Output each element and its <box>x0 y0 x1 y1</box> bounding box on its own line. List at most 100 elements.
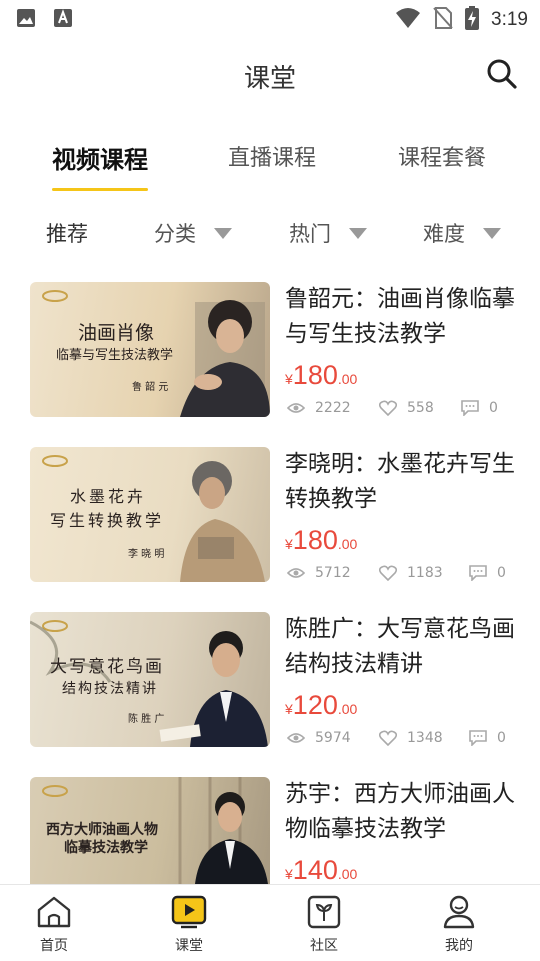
tab-live-courses[interactable]: 直播课程 <box>228 140 316 172</box>
course-tabs: 视频课程 直播课程 课程套餐 <box>0 132 540 196</box>
filter-label: 推荐 <box>46 222 88 246</box>
course-card[interactable]: 大写意花鸟画 结构技法精讲 陈 胜 广 陈胜广：大写意花鸟画结构技法精讲 ¥12… <box>30 612 520 752</box>
search-icon[interactable] <box>486 58 518 90</box>
nav-community[interactable]: 社区 <box>284 895 364 955</box>
play-icon <box>171 895 207 929</box>
comments-stat[interactable]: 0 <box>461 400 498 416</box>
page-title: 课堂 <box>243 64 296 94</box>
views-stat: 2222 <box>287 400 351 416</box>
course-stats: 2222 558 0 <box>285 400 515 420</box>
currency-symbol: ¥ <box>285 866 293 882</box>
wifi-icon <box>395 7 421 33</box>
active-tab-indicator <box>52 188 148 191</box>
status-time: 3:19 <box>491 9 528 30</box>
price-integer: 180 <box>292 525 338 555</box>
tab-video-courses[interactable]: 视频课程 <box>52 140 148 175</box>
course-stats: 5974 1348 0 <box>285 730 515 750</box>
course-title: 鲁韶元：油画肖像临摹与写生技法教学 <box>285 286 515 347</box>
eye-icon <box>287 733 305 743</box>
course-price: ¥140.00 <box>285 855 357 886</box>
price-integer: 120 <box>292 690 338 720</box>
caret-down-icon <box>214 227 232 239</box>
battery-charging-icon <box>465 6 480 34</box>
filter-difficulty[interactable]: 难度 <box>423 218 501 248</box>
comments-count: 0 <box>489 400 498 416</box>
comment-icon <box>469 565 487 581</box>
heart-icon <box>379 400 397 416</box>
course-card[interactable]: 水墨花卉 写生转换教学 李 晓 明 李晓明：水墨花卉写生转换教学 ¥180.00… <box>30 447 520 587</box>
course-title: 李晓明：水墨花卉写生转换教学 <box>285 451 515 512</box>
app-header: 课堂 <box>0 40 540 116</box>
filter-bar: 推荐 分类 热门 难度 <box>0 212 540 252</box>
likes-count: 1183 <box>407 565 443 581</box>
nav-label: 首页 <box>40 938 68 954</box>
filter-label: 难度 <box>423 222 465 246</box>
comments-stat[interactable]: 0 <box>469 565 506 581</box>
thumbnail-subtitle: 结构技法精讲 <box>62 681 158 697</box>
bottom-nav: 首页 课堂 社区 我的 <box>0 884 540 961</box>
filter-recommended[interactable]: 推荐 <box>46 218 88 248</box>
likes-count: 1348 <box>407 730 443 746</box>
nav-label: 社区 <box>310 938 338 954</box>
course-price: ¥120.00 <box>285 690 357 721</box>
thumbnail-title: 油画肖像 <box>78 322 155 344</box>
thumbnail-subtitle: 写生转换教学 <box>50 511 165 530</box>
filter-label: 分类 <box>154 222 196 246</box>
course-stats: 5712 1183 0 <box>285 565 515 585</box>
course-card[interactable]: 油画肖像 临摹与写生技法教学 鲁 韶 元 鲁韶元：油画肖像临摹与写生技法教学 ¥… <box>30 282 520 422</box>
views-count: 2222 <box>315 400 351 416</box>
caret-down-icon <box>483 227 501 239</box>
course-price: ¥180.00 <box>285 360 357 391</box>
views-count: 5974 <box>315 730 351 746</box>
eye-icon <box>287 403 305 413</box>
status-bar: 3:19 <box>0 0 540 36</box>
comment-icon <box>461 400 479 416</box>
views-count: 5712 <box>315 565 351 581</box>
thumbnail-subtitle: 临摹与写生技法教学 <box>56 348 174 363</box>
currency-symbol: ¥ <box>285 701 293 717</box>
thumbnail-title: 水墨花卉 <box>70 487 147 506</box>
course-thumbnail: 西方大师油画人物 临摹技法教学 <box>30 777 270 884</box>
likes-stat[interactable]: 558 <box>379 400 434 416</box>
views-stat: 5712 <box>287 565 351 581</box>
thumbnail-title: 西方大师油画人物 <box>46 822 158 838</box>
currency-symbol: ¥ <box>285 371 293 387</box>
image-icon <box>16 8 36 32</box>
no-sim-icon <box>433 7 453 33</box>
sprout-icon <box>307 895 341 929</box>
thumbnail-caption: 李 晓 明 <box>128 549 165 560</box>
filter-label: 热门 <box>289 222 331 246</box>
course-title: 陈胜广：大写意花鸟画结构技法精讲 <box>285 616 515 677</box>
course-price: ¥180.00 <box>285 525 357 556</box>
comments-count: 0 <box>497 565 506 581</box>
currency-symbol: ¥ <box>285 536 293 552</box>
nav-classroom[interactable]: 课堂 <box>149 895 229 955</box>
thumbnail-title: 大写意花鸟画 <box>50 657 164 677</box>
font-icon <box>54 8 72 32</box>
eye-icon <box>287 568 305 578</box>
comments-stat[interactable]: 0 <box>469 730 506 746</box>
nav-label: 我的 <box>445 938 473 954</box>
nav-home[interactable]: 首页 <box>14 895 94 955</box>
course-thumbnail: 油画肖像 临摹与写生技法教学 鲁 韶 元 <box>30 282 270 417</box>
heart-icon <box>379 565 397 581</box>
tab-course-packages[interactable]: 课程套餐 <box>398 140 486 172</box>
comment-icon <box>469 730 487 746</box>
nav-profile[interactable]: 我的 <box>419 895 499 955</box>
views-stat: 5974 <box>287 730 351 746</box>
profile-icon <box>443 895 475 929</box>
price-decimal: .00 <box>337 701 358 717</box>
thumbnail-caption: 鲁 韶 元 <box>132 382 169 393</box>
filter-category[interactable]: 分类 <box>154 218 232 248</box>
home-icon <box>37 896 71 928</box>
price-decimal: .00 <box>337 536 358 552</box>
likes-stat[interactable]: 1183 <box>379 565 443 581</box>
caret-down-icon <box>349 227 367 239</box>
price-integer: 180 <box>292 360 338 390</box>
price-integer: 140 <box>292 855 338 885</box>
filter-popular[interactable]: 热门 <box>289 218 367 248</box>
price-decimal: .00 <box>337 866 358 882</box>
course-title: 苏宇：西方大师油画人物临摹技法教学 <box>285 781 515 842</box>
likes-stat[interactable]: 1348 <box>379 730 443 746</box>
thumbnail-subtitle: 临摹技法教学 <box>64 840 148 856</box>
